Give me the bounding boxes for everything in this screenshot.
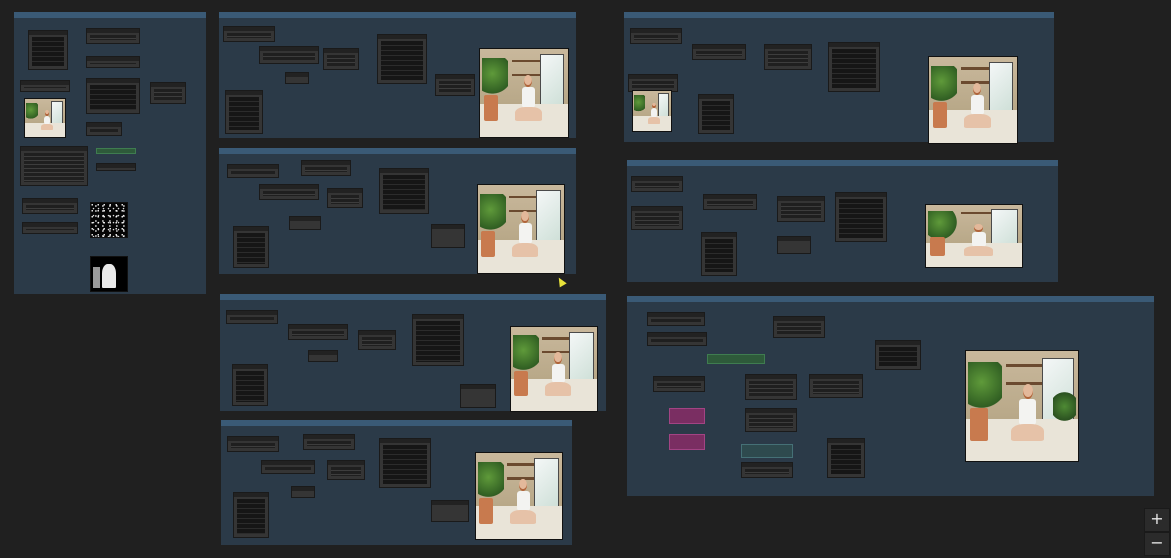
node[interactable] <box>460 384 496 408</box>
workflow-canvas[interactable]: + − <box>0 0 1171 558</box>
group-render-6[interactable] <box>627 160 1058 282</box>
node[interactable] <box>631 176 683 192</box>
node[interactable] <box>20 80 70 92</box>
controlnet-node[interactable] <box>707 354 765 364</box>
node[interactable] <box>327 188 363 208</box>
output-image-preview <box>475 452 563 540</box>
group-render-5[interactable] <box>624 12 1054 144</box>
node[interactable] <box>358 330 396 350</box>
zoom-in-button[interactable]: + <box>1144 508 1170 532</box>
preprocessor-preview <box>90 202 128 238</box>
node-list[interactable] <box>225 90 263 134</box>
group-loader[interactable] <box>14 12 206 294</box>
node[interactable] <box>703 194 757 210</box>
node[interactable] <box>653 376 705 392</box>
node[interactable] <box>261 460 315 474</box>
mask-node[interactable] <box>669 434 705 450</box>
node[interactable] <box>741 462 793 478</box>
node[interactable] <box>647 312 705 326</box>
group-render-2[interactable] <box>219 148 576 274</box>
output-image-preview <box>925 204 1023 268</box>
node[interactable] <box>227 164 279 178</box>
node-list[interactable] <box>86 78 140 114</box>
node[interactable] <box>323 48 359 70</box>
node[interactable] <box>259 184 319 200</box>
node[interactable] <box>647 332 707 346</box>
node[interactable] <box>86 122 122 136</box>
node[interactable] <box>777 196 825 222</box>
node[interactable] <box>96 148 136 154</box>
node-list[interactable] <box>701 232 737 276</box>
output-image-preview <box>510 326 598 412</box>
node[interactable] <box>86 56 140 68</box>
node[interactable] <box>327 460 365 480</box>
node[interactable] <box>741 444 793 458</box>
node[interactable] <box>96 163 136 171</box>
node[interactable] <box>809 374 863 398</box>
node-ksampler[interactable] <box>379 168 429 214</box>
output-image-preview <box>928 56 1018 144</box>
node-list[interactable] <box>233 226 269 268</box>
node[interactable] <box>431 224 465 248</box>
node[interactable] <box>764 44 812 70</box>
node[interactable] <box>259 46 319 64</box>
node[interactable] <box>86 28 140 44</box>
node-ksampler[interactable] <box>379 438 431 488</box>
node-list[interactable] <box>827 438 865 478</box>
node[interactable] <box>745 374 797 400</box>
output-image-preview <box>477 184 565 274</box>
node[interactable] <box>435 74 475 96</box>
group-render-3[interactable] <box>220 294 606 412</box>
group-render-7[interactable] <box>627 296 1154 496</box>
node[interactable] <box>303 434 355 450</box>
node-ksampler[interactable] <box>875 340 921 370</box>
zoom-out-button[interactable]: − <box>1144 532 1170 556</box>
mouse-cursor-icon <box>555 275 567 288</box>
node[interactable] <box>226 310 278 324</box>
mask-node[interactable] <box>669 408 705 424</box>
node[interactable] <box>289 216 321 230</box>
node-list[interactable] <box>233 492 269 538</box>
node[interactable] <box>777 236 811 254</box>
input-image-preview <box>632 90 672 132</box>
node[interactable] <box>745 408 797 432</box>
node[interactable] <box>288 324 348 340</box>
node-ksampler[interactable] <box>377 34 427 84</box>
node[interactable] <box>301 160 351 176</box>
node-ksampler[interactable] <box>835 192 887 242</box>
node-ksampler[interactable] <box>412 314 464 366</box>
node-list[interactable] <box>232 364 268 406</box>
depth-map-preview <box>90 256 128 292</box>
node[interactable] <box>630 28 682 44</box>
output-image-preview <box>479 48 569 138</box>
node[interactable] <box>22 198 78 214</box>
node-ksampler[interactable] <box>828 42 880 92</box>
input-image-preview <box>24 98 66 138</box>
node[interactable] <box>22 222 78 234</box>
group-render-1[interactable] <box>219 12 576 138</box>
group-render-4[interactable] <box>221 420 572 545</box>
node[interactable] <box>285 72 309 84</box>
node[interactable] <box>631 206 683 230</box>
node[interactable] <box>773 316 825 338</box>
node[interactable] <box>227 436 279 452</box>
node[interactable] <box>20 146 88 186</box>
node[interactable] <box>692 44 746 60</box>
node[interactable] <box>291 486 315 498</box>
node[interactable] <box>223 26 275 42</box>
node[interactable] <box>308 350 338 362</box>
node-list[interactable] <box>698 94 734 134</box>
node[interactable] <box>431 500 469 522</box>
node[interactable] <box>150 82 186 104</box>
node-list[interactable] <box>28 30 68 70</box>
final-output-image-preview <box>965 350 1079 462</box>
